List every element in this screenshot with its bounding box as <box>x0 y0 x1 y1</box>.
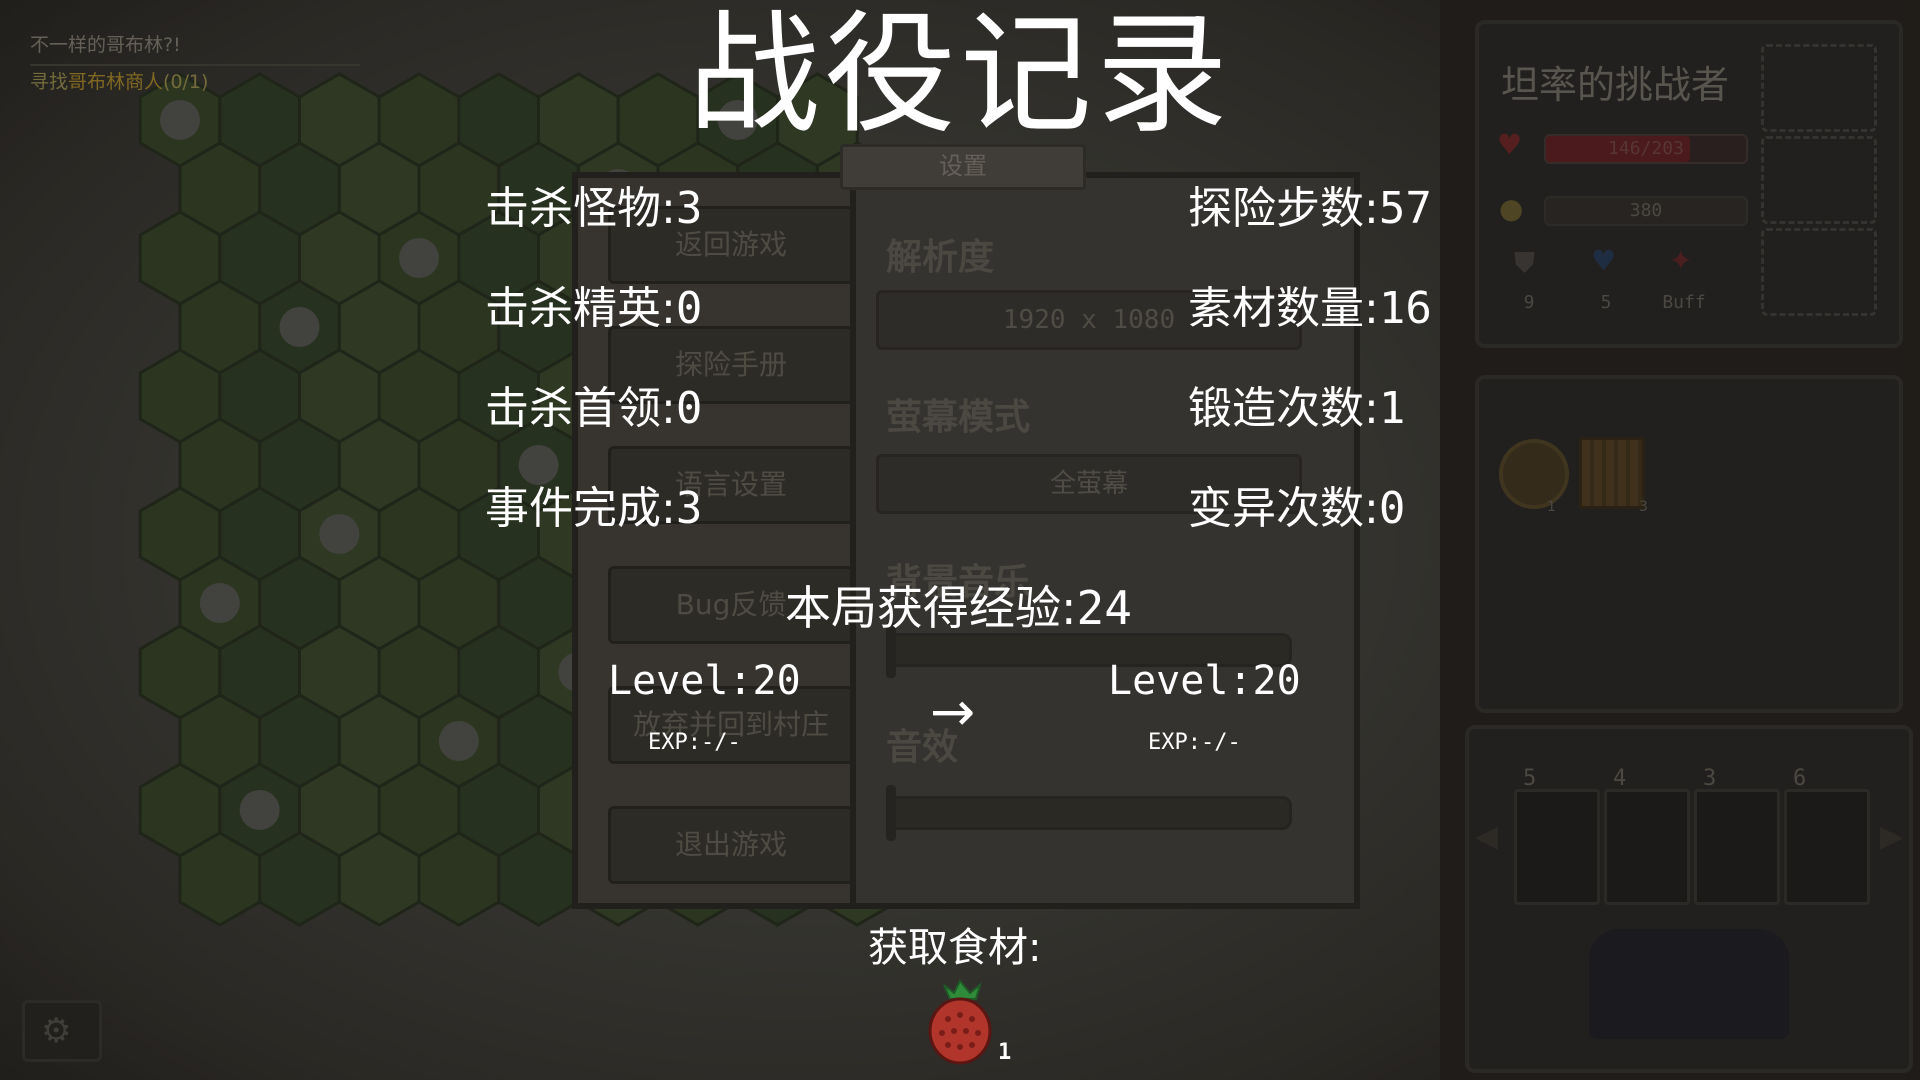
stat-events-completed: 事件完成:3 <box>485 472 702 536</box>
exp-before: EXP:-/- <box>648 730 741 755</box>
stat-label: 锻造次数: <box>1188 383 1379 434</box>
stat-forge-count: 锻造次数:1 <box>1188 372 1405 436</box>
stat-label: 击杀首领: <box>485 383 676 434</box>
stat-label: 变异次数: <box>1188 483 1379 534</box>
stat-value: 3 <box>675 483 703 534</box>
stat-label: 探险步数: <box>1188 183 1379 234</box>
exp-gained-label: 本局获得经验: <box>785 581 1077 635</box>
ingredient-count: 1 <box>998 1040 1012 1065</box>
stat-value: 3 <box>675 183 703 234</box>
stat-label: 事件完成: <box>485 483 676 534</box>
stat-kill-elites: 击杀精英:0 <box>485 272 702 336</box>
stat-value: 0 <box>675 283 703 334</box>
level-after: Level:20 <box>1108 658 1301 704</box>
stat-label: 素材数量: <box>1188 283 1379 334</box>
berry-ingredient-icon[interactable] <box>920 975 1000 1065</box>
stat-kill-bosses: 击杀首领:0 <box>485 372 702 436</box>
level-before: Level:20 <box>608 658 801 704</box>
stat-material-count: 素材数量:16 <box>1188 272 1432 336</box>
exp-gained: 本局获得经验:24 <box>785 572 1132 638</box>
stat-explore-steps: 探险步数:57 <box>1188 172 1432 236</box>
stat-kill-monsters: 击杀怪物:3 <box>485 172 702 236</box>
stat-value: 57 <box>1378 183 1432 234</box>
arrow-right-icon: → <box>930 680 976 743</box>
stat-value: 1 <box>1378 383 1406 434</box>
stat-label: 击杀精英: <box>485 283 676 334</box>
ingredients-label: 获取食材: <box>868 925 1042 971</box>
stat-mutation-count: 变异次数:0 <box>1188 472 1405 536</box>
exp-after: EXP:-/- <box>1148 730 1241 755</box>
stat-label: 击杀怪物: <box>485 183 676 234</box>
exp-gained-value: 24 <box>1076 581 1132 635</box>
stat-value: 0 <box>1378 483 1406 534</box>
stat-value: 0 <box>675 383 703 434</box>
stat-value: 16 <box>1378 283 1432 334</box>
result-title: 战役记录 <box>688 0 1232 152</box>
